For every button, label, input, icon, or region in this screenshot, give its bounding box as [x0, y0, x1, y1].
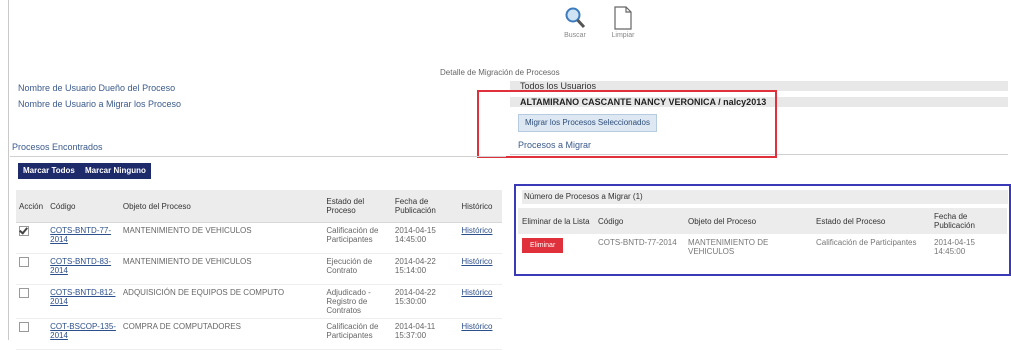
codigo-link[interactable]: COT-BSCOP-135-2014	[50, 322, 116, 340]
objeto-cell: ADQUISICIÓN DE EQUIPOS DE COMPUTO	[119, 284, 324, 319]
limpiar-button[interactable]: Limpiar	[604, 6, 642, 48]
detalle-title: Detalle de Migración de Procesos	[440, 68, 560, 77]
highlight-blue-box	[514, 184, 1011, 276]
table-header-row: Acción Código Objeto del Proceso Estado …	[16, 190, 502, 223]
codigo-link[interactable]: COTS-BNTD-77-2014	[50, 226, 111, 244]
left-divider	[8, 0, 9, 340]
limpiar-label: Limpiar	[611, 32, 635, 39]
estado-cell: Calificación de Participantes	[323, 318, 392, 350]
historico-link[interactable]: Histórico	[461, 226, 492, 235]
table-row: COTS-BNTD-812-2014 ADQUISICIÓN DE EQUIPO…	[16, 284, 502, 319]
codigo-link[interactable]: COTS-BNTD-83-2014	[50, 257, 111, 275]
mark-none-button[interactable]: Marcar Ninguno	[80, 163, 151, 179]
row-checkbox[interactable]	[19, 257, 29, 267]
row-checkbox[interactable]	[19, 322, 29, 332]
col-accion: Acción	[16, 190, 48, 223]
owner-label: Nombre de Usuario Dueño del Proceso	[18, 83, 176, 93]
toolbar: Buscar Limpiar	[556, 6, 642, 48]
historico-link[interactable]: Histórico	[461, 257, 492, 266]
buscar-button[interactable]: Buscar	[556, 6, 594, 48]
table-row: COT-BSCOP-135-2014 COMPRA DE COMPUTADORE…	[16, 318, 502, 350]
table-row: COTS-BNTD-77-2014 MANTENIMIENTO DE VEHIC…	[16, 222, 502, 254]
objeto-cell: MANTENIMIENTO DE VEHICULOS	[119, 222, 324, 254]
table-row: COTS-BNTD-83-2014 MANTENIMIENTO DE VEHIC…	[16, 253, 502, 285]
fecha-cell: 2014-04-22 15:14:00	[391, 253, 459, 285]
found-title: Procesos Encontrados	[12, 142, 103, 152]
row-checkbox[interactable]	[19, 288, 29, 298]
mark-all-button[interactable]: Marcar Todos	[18, 163, 80, 179]
fecha-cell: 2014-04-11 15:37:00	[391, 318, 459, 350]
blank-document-icon	[614, 6, 632, 30]
col-codigo: Código	[47, 190, 120, 223]
col-estado: Estado del Proceso	[323, 190, 392, 223]
magnifier-icon	[565, 7, 586, 29]
found-table: Acción Código Objeto del Proceso Estado …	[16, 190, 502, 350]
migrate-to-label: Nombre de Usuario a Migrar los Proceso	[18, 99, 182, 109]
col-fecha: Fecha de Publicación	[391, 190, 459, 223]
estado-cell: Ejecución de Contrato	[323, 253, 392, 285]
estado-cell: Calificación de Participantes	[323, 222, 392, 254]
col-objeto: Objeto del Proceso	[119, 190, 324, 223]
row-checkbox[interactable]	[19, 226, 29, 236]
objeto-cell: MANTENIMIENTO DE VEHICULOS	[119, 253, 324, 285]
col-historico: Histórico	[458, 190, 502, 223]
buscar-label: Buscar	[564, 32, 586, 39]
objeto-cell: COMPRA DE COMPUTADORES	[119, 318, 324, 350]
historico-link[interactable]: Histórico	[461, 322, 492, 331]
codigo-link[interactable]: COTS-BNTD-812-2014	[50, 288, 115, 306]
estado-cell: Adjudicado - Registro de Contratos	[323, 284, 392, 319]
historico-link[interactable]: Histórico	[461, 288, 492, 297]
fecha-cell: 2014-04-22 15:30:00	[391, 284, 459, 319]
divider	[10, 156, 506, 157]
highlight-red-box	[477, 90, 777, 158]
fecha-cell: 2014-04-15 14:45:00	[391, 222, 459, 254]
